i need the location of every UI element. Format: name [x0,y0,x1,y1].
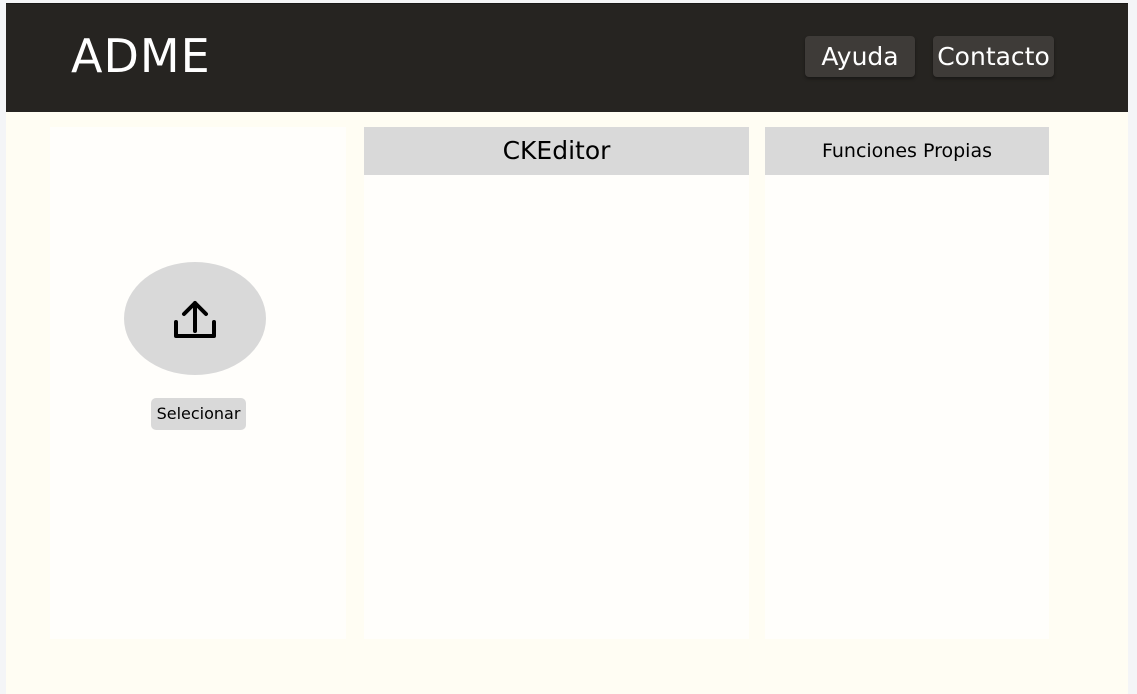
upload-icon [174,301,216,338]
select-file-button[interactable]: Selecionar [151,398,246,430]
upload-panel: Selecionar [50,127,346,639]
functions-panel: Funciones Propias [765,127,1049,639]
editor-panel-title: CKEditor [364,127,749,175]
functions-panel-title: Funciones Propias [765,127,1049,175]
help-button[interactable]: Ayuda [805,36,915,77]
upload-dropzone[interactable] [124,262,266,375]
contact-button[interactable]: Contacto [933,36,1054,77]
logo: ADME [71,29,211,83]
top-header: ADME Ayuda Contacto [6,3,1128,112]
editor-panel: CKEditor [364,127,749,639]
app-frame: ADME Ayuda Contacto Selecionar CKEditor … [6,3,1128,694]
